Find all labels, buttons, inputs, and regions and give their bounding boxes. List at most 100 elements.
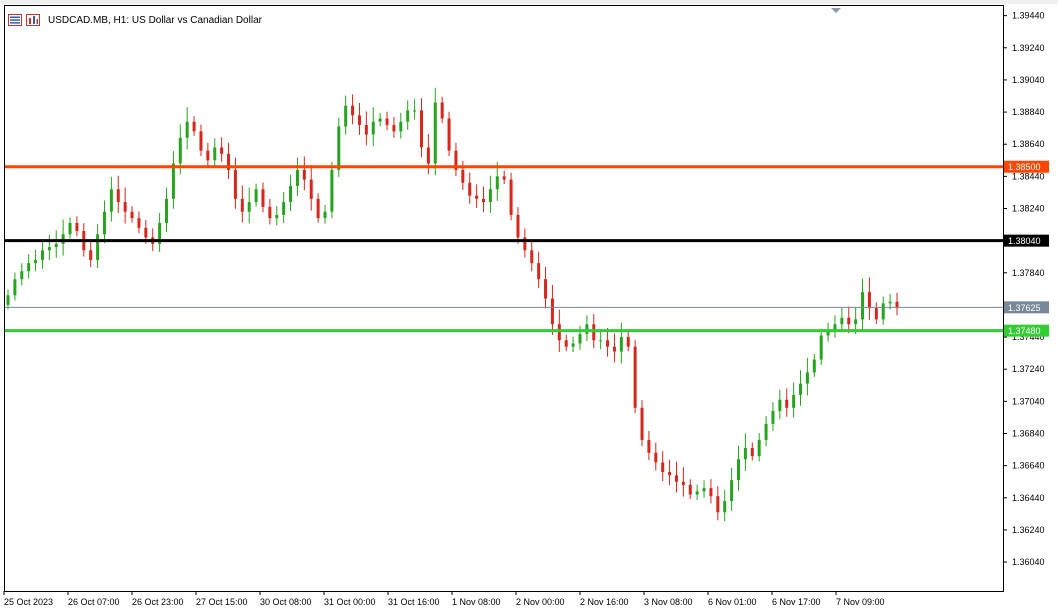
candle-body bbox=[371, 121, 375, 135]
y-tick-label: 1.38240 bbox=[1012, 204, 1045, 214]
candle-body bbox=[716, 496, 720, 513]
candle-body bbox=[819, 335, 823, 360]
y-tick-label: 1.37040 bbox=[1012, 396, 1045, 406]
candle-body bbox=[785, 399, 789, 408]
candle-body bbox=[261, 189, 265, 207]
candle-body bbox=[171, 163, 175, 199]
y-tick-label: 1.39040 bbox=[1012, 75, 1045, 85]
y-tick-label: 1.38440 bbox=[1012, 171, 1045, 181]
y-tick-label: 1.37840 bbox=[1012, 268, 1045, 278]
candle-body bbox=[495, 176, 499, 190]
candle-body bbox=[378, 118, 382, 122]
candle-body bbox=[736, 459, 740, 481]
candle-body bbox=[433, 102, 437, 164]
x-tick-label: 26 Oct 23:00 bbox=[132, 597, 184, 607]
candle-body bbox=[578, 333, 582, 344]
candle-body bbox=[413, 110, 417, 112]
price-chart[interactable]: 1.39440 1.39240 1.39040 1.38840 1.38640 1.384… bbox=[0, 0, 1058, 614]
candle-body bbox=[289, 186, 293, 203]
scroll-marker-icon[interactable] bbox=[831, 8, 841, 13]
candle-body bbox=[861, 292, 865, 320]
candle-body bbox=[854, 319, 858, 325]
candle-body bbox=[468, 182, 472, 196]
candle-body bbox=[792, 394, 796, 408]
candle-body bbox=[764, 423, 768, 440]
candle-body bbox=[116, 189, 120, 203]
plot-area-border bbox=[4, 5, 1004, 592]
x-tick-label: 2 Nov 16:00 bbox=[580, 597, 629, 607]
candle-body bbox=[247, 202, 251, 212]
y-tick-label: 1.37240 bbox=[1012, 364, 1045, 374]
candle-body bbox=[392, 124, 396, 132]
candle-body bbox=[840, 317, 844, 325]
candle-body bbox=[399, 121, 403, 132]
candle-body bbox=[881, 303, 885, 320]
level-price-label: 1.38040 bbox=[1008, 236, 1041, 246]
x-tick-label: 2 Nov 00:00 bbox=[516, 597, 565, 607]
candle-body bbox=[165, 198, 169, 223]
candle-body bbox=[109, 189, 113, 212]
candle-body bbox=[316, 198, 320, 219]
candle-body bbox=[178, 137, 182, 164]
candle-body bbox=[516, 214, 520, 238]
candle-body bbox=[130, 211, 134, 219]
candle-body bbox=[13, 279, 17, 296]
candle-body bbox=[730, 480, 734, 501]
candle-body bbox=[564, 340, 568, 347]
candle-body bbox=[723, 501, 727, 513]
candle-body bbox=[96, 234, 100, 260]
candle-body bbox=[571, 343, 575, 347]
candle-body bbox=[888, 301, 892, 304]
candle-body bbox=[254, 189, 258, 203]
candle-body bbox=[440, 102, 444, 119]
candle-body bbox=[213, 147, 217, 161]
candle-body bbox=[199, 131, 203, 151]
candle-body bbox=[750, 447, 754, 456]
candle-body bbox=[323, 211, 327, 219]
level-price-label: 1.38500 bbox=[1008, 162, 1041, 172]
candle-body bbox=[640, 407, 644, 440]
candle-body bbox=[867, 292, 871, 309]
candle-body bbox=[681, 481, 685, 485]
candle-body bbox=[54, 243, 58, 248]
candle-body bbox=[771, 411, 775, 424]
candle-body bbox=[812, 359, 816, 373]
candle-body bbox=[709, 488, 713, 497]
y-tick-label: 1.36640 bbox=[1012, 461, 1045, 471]
candle-body bbox=[364, 124, 368, 135]
y-tick-label: 1.36040 bbox=[1012, 557, 1045, 567]
candle-body bbox=[502, 176, 506, 180]
candle-body bbox=[757, 439, 761, 456]
candle-body bbox=[47, 247, 51, 251]
level-price-label: 1.37480 bbox=[1008, 326, 1041, 336]
candle-body bbox=[544, 279, 548, 299]
candle-body bbox=[185, 121, 189, 138]
candle-body bbox=[68, 222, 72, 235]
candle-body bbox=[778, 399, 782, 411]
candle-body bbox=[612, 346, 616, 352]
candle-body bbox=[275, 214, 279, 219]
candle-body bbox=[268, 206, 272, 219]
candle-body bbox=[799, 383, 803, 395]
candle-body bbox=[75, 222, 79, 231]
candle-body bbox=[27, 263, 31, 272]
candle-body bbox=[695, 491, 699, 495]
candle-body bbox=[295, 169, 299, 186]
candle-body bbox=[488, 189, 492, 203]
candle-body bbox=[530, 250, 534, 264]
candle-body bbox=[633, 346, 637, 408]
y-tick-label: 1.36840 bbox=[1012, 429, 1045, 439]
y-tick-label: 1.36240 bbox=[1012, 525, 1045, 535]
candle-body bbox=[406, 110, 410, 122]
candle-body bbox=[647, 439, 651, 453]
candle-body bbox=[550, 298, 554, 325]
y-tick-label: 1.36440 bbox=[1012, 493, 1045, 503]
x-tick-label: 6 Nov 17:00 bbox=[772, 597, 821, 607]
candle-body bbox=[40, 250, 44, 260]
candle-body bbox=[282, 202, 286, 215]
candle-body bbox=[89, 250, 93, 260]
x-tick-label: 30 Oct 08:00 bbox=[260, 597, 312, 607]
candle-body bbox=[6, 295, 10, 305]
candle-body bbox=[344, 105, 348, 127]
x-tick-label: 3 Nov 08:00 bbox=[644, 597, 693, 607]
